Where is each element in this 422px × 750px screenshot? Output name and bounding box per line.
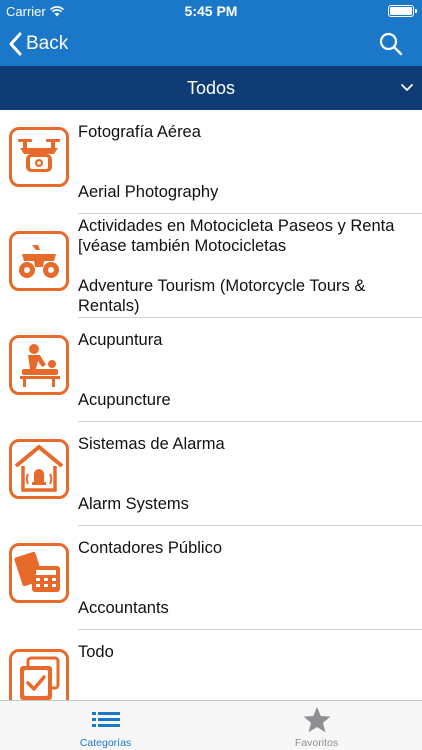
category-name-es: Contadores Público	[78, 539, 223, 557]
category-name-es: Fotografía Aérea	[78, 123, 201, 141]
category-name-en: Aerial Photography	[78, 183, 219, 201]
category-name-es: Todo	[78, 643, 114, 661]
search-icon[interactable]	[378, 31, 404, 57]
star-icon	[303, 707, 331, 733]
category-name-es: Sistemas de Alarma	[78, 435, 225, 453]
category-name-en: Alarm Systems	[78, 495, 189, 513]
category-list: Fotografía Aérea Aerial Photography Acti…	[0, 110, 422, 700]
category-name-en: Adventure Tourism (Motorcycle Tours & Re…	[78, 277, 366, 315]
back-button-label: Back	[26, 33, 69, 54]
list-item[interactable]: Actividades en Motocicleta Paseos y Rent…	[0, 214, 422, 318]
category-name-es: Actividades en Motocicleta Paseos y Rent…	[78, 217, 395, 255]
tab-label: Favoritos	[294, 737, 339, 749]
tab-favoritos[interactable]: Favoritos	[211, 701, 422, 750]
list-item[interactable]: Fotografía Aérea Aerial Photography	[0, 110, 422, 214]
status-bar: Carrier 5:45 PM	[0, 0, 422, 22]
battery-icon	[388, 5, 417, 17]
category-name-en: Acupuncture	[78, 391, 171, 409]
calculator-icon	[9, 543, 69, 603]
list-item[interactable]: Acupuntura Acupuncture	[0, 318, 422, 422]
category-name-es: Acupuntura	[78, 331, 163, 349]
drone-camera-icon	[9, 127, 69, 187]
category-filter-dropdown[interactable]: Todos	[0, 66, 422, 110]
checklist-icon	[9, 649, 69, 700]
list-item[interactable]: Contadores Público Accountants	[0, 526, 422, 630]
acupuncture-massage-icon	[9, 335, 69, 395]
filter-label: Todos	[186, 78, 236, 98]
chevron-down-icon	[401, 84, 413, 91]
chevron-left-icon	[9, 32, 22, 56]
list-icon	[92, 712, 120, 727]
atv-quad-icon	[9, 231, 69, 291]
category-name-en: Accountants	[78, 599, 169, 617]
navigation-bar: Back	[0, 22, 422, 66]
tab-label: Categorías	[79, 737, 132, 749]
house-alarm-icon	[9, 439, 69, 499]
back-button[interactable]: Back	[8, 28, 68, 60]
list-item[interactable]: Todo	[0, 630, 422, 700]
tab-categorias[interactable]: Categorías	[0, 701, 211, 750]
status-time: 5:45 PM	[184, 3, 238, 19]
tab-bar: Categorías Favoritos	[0, 700, 422, 750]
top-bar: Carrier 5:45 PM Back	[0, 0, 422, 66]
list-item[interactable]: Sistemas de Alarma Alarm Systems	[0, 422, 422, 526]
